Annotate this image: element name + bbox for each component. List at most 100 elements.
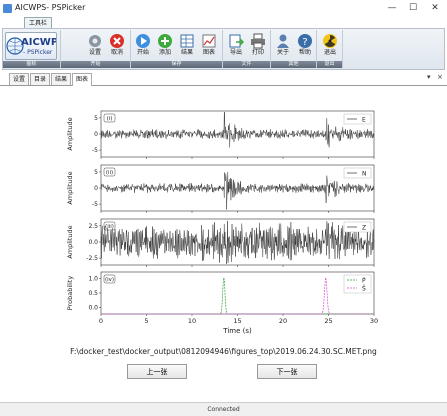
next-button[interactable]: 下一张 <box>257 364 317 379</box>
y-tick-label: -5 <box>92 147 98 154</box>
x-tick-label: 15 <box>233 317 241 325</box>
y-tick-label: -2.5 <box>86 255 98 262</box>
status-bar: Connected <box>0 402 447 416</box>
tab-results[interactable]: 结果 <box>51 73 72 85</box>
y-tick-label: 5 <box>94 115 98 122</box>
window-title: AICWPS- PSPicker <box>15 3 86 12</box>
chart-icon <box>202 34 216 48</box>
print-button[interactable]: 打印 <box>248 33 268 59</box>
y-axis-label: Amplitude <box>66 225 74 258</box>
x-axis-label: Time (s) <box>222 327 252 335</box>
legend-label-s: Ŝ <box>362 286 366 293</box>
tab-chart[interactable]: 图表 <box>72 73 93 86</box>
group-label-file: 文件 <box>223 61 270 68</box>
group-exit: 退出 退出 <box>317 30 343 68</box>
about-button[interactable]: 关于 <box>273 33 293 59</box>
group-label-save: 保存 <box>131 61 222 68</box>
legend-label: E <box>362 117 366 124</box>
y-axis-label: Amplitude <box>66 171 74 204</box>
group-label-start: 开始 <box>61 61 130 68</box>
help-button[interactable]: ? 帮助 <box>295 33 315 59</box>
legend-label: N <box>362 171 367 178</box>
y-tick-label: 5 <box>94 169 98 176</box>
group-label-icon: 图标 <box>3 61 60 68</box>
panel-tag: (i) <box>107 116 113 122</box>
y-tick-label: 0.0 <box>88 305 98 312</box>
waveform-trace-Z <box>100 220 375 265</box>
group-icon: AICWPS - PSPicker 图标 <box>3 30 65 68</box>
waveform-plot: 5 0 -5 Amplitude (i) E 5 0 -5 Amplitude (ii) N 2.5 0.… <box>66 110 378 335</box>
app-logo: AICWPS - PSPicker <box>5 32 65 60</box>
waveform-trace-N <box>100 171 375 210</box>
p-probability-curve <box>101 277 374 315</box>
printer-icon <box>251 33 265 49</box>
logo-text-main: AICWPS <box>21 37 56 48</box>
y-tick-label: -5 <box>92 201 98 208</box>
gear-icon <box>89 35 101 47</box>
add-button[interactable]: 添加 <box>155 33 175 59</box>
cancel-button[interactable]: 取消 <box>107 33 127 59</box>
file-path-label: F:\docker_test\docker_output\0812094946\… <box>70 347 377 356</box>
x-tick-label: 0 <box>99 317 103 325</box>
status-text: Connected <box>207 406 240 413</box>
group-other: 关于 ? 帮助 其他 <box>271 30 317 68</box>
table-icon <box>180 34 194 48</box>
logo-text-sub: - PSPicker <box>23 49 53 56</box>
panel-tag: (ii) <box>106 170 113 176</box>
app-icon <box>3 4 12 13</box>
maximize-button[interactable]: ☐ <box>406 2 420 14</box>
chart-button[interactable]: 图表 <box>199 33 219 59</box>
x-tick-label: 20 <box>279 317 287 325</box>
group-save: 开始 添加 结果 图表 保存 <box>131 30 223 68</box>
results-button[interactable]: 结果 <box>177 33 197 59</box>
settings-button[interactable]: 设置 <box>85 33 105 59</box>
s-probability-curve <box>101 277 374 315</box>
y-tick-label: 0.5 <box>88 290 98 297</box>
tab-bar: 设置 目录 结果 图表 ▾ × <box>0 71 447 86</box>
y-tick-label: 2.5 <box>88 223 98 230</box>
user-info-icon <box>277 34 289 48</box>
x-tick-label: 10 <box>188 317 196 325</box>
logo-graphic: AICWPS - PSPicker <box>6 37 65 56</box>
x-tick-label: 5 <box>144 317 148 325</box>
help-icon: ? <box>298 34 312 48</box>
export-icon <box>229 34 244 48</box>
tab-directory[interactable]: 目录 <box>30 73 51 85</box>
play-icon <box>136 34 150 48</box>
title-bar: AICWPS- PSPicker — ☐ ✕ <box>0 0 447 16</box>
minimize-button[interactable]: — <box>385 2 399 14</box>
x-tick-label: 25 <box>324 317 332 325</box>
y-tick-label: 0 <box>94 185 98 192</box>
y-tick-label: 0 <box>94 131 98 138</box>
svg-text:?: ? <box>302 37 307 48</box>
group-start: 设置 取消 开始 <box>61 30 131 68</box>
x-tick-label: 30 <box>370 317 378 325</box>
export-button[interactable]: 导出 <box>226 33 246 59</box>
previous-button[interactable]: 上一张 <box>127 364 187 379</box>
close-button[interactable]: ✕ <box>428 2 442 14</box>
y-axis-label: Amplitude <box>66 117 74 150</box>
y-tick-label: 0.0 <box>88 239 98 246</box>
start-button[interactable]: 开始 <box>133 33 153 59</box>
legend-label: Z <box>362 225 366 232</box>
exit-button[interactable]: 退出 <box>320 33 340 59</box>
legend-box <box>343 274 372 294</box>
group-label-other: 其他 <box>271 61 316 68</box>
add-icon <box>158 34 172 48</box>
y-tick-label: 1.0 <box>88 275 98 282</box>
cancel-icon <box>110 34 124 48</box>
waveform-trace-E <box>100 111 375 148</box>
group-label-exit: 退出 <box>317 61 342 68</box>
waveform-figure: 5 0 -5 Amplitude (i) E 5 0 -5 Amplitude (ii) N 2.5 0.… <box>64 107 384 337</box>
ribbon: AICWPS - PSPicker 图标 设置 取消 开始 开始 添加 结果 <box>2 28 445 70</box>
legend-label-p: P̂ <box>362 277 366 284</box>
panel-tag: (iii) <box>105 224 114 230</box>
group-file: 导出 打印 文件 <box>223 30 271 68</box>
radiation-icon <box>323 34 337 48</box>
tab-close-icon[interactable]: × <box>437 73 443 81</box>
axes-frame <box>100 271 375 315</box>
panel-tag: (iv) <box>105 277 114 283</box>
tab-list-arrow-icon[interactable]: ▾ <box>427 73 431 81</box>
y-axis-label: Probability <box>66 276 74 311</box>
tab-settings[interactable]: 设置 <box>9 73 30 85</box>
